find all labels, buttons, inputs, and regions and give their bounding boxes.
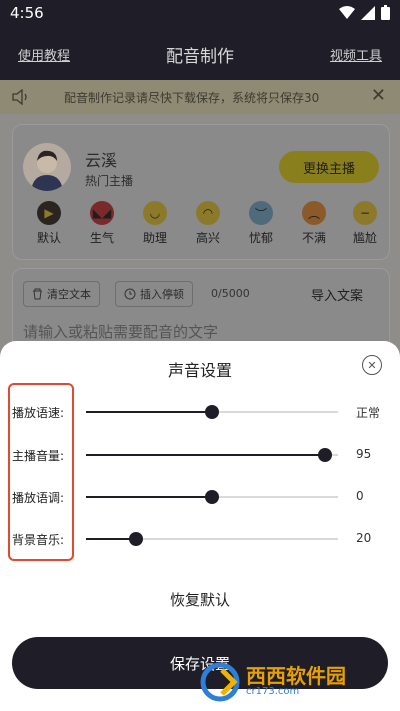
smile-face-icon: ◡ bbox=[143, 201, 167, 225]
watermark: 西西软件园 cr173.com bbox=[200, 658, 400, 706]
insert-pause-button[interactable]: 插入停顿 bbox=[115, 281, 193, 307]
avatar[interactable] bbox=[23, 143, 71, 191]
clear-text-button[interactable]: 清空文本 bbox=[23, 281, 100, 307]
displeased-face-icon: ︵ bbox=[302, 201, 326, 225]
pitch-slider-fill bbox=[86, 496, 212, 498]
sad-face-icon: ︶ bbox=[249, 201, 273, 225]
emotion-awkward[interactable]: − 尴尬 bbox=[347, 201, 383, 246]
emotion-label: 不满 bbox=[301, 231, 326, 245]
emotion-label: 生气 bbox=[89, 231, 114, 245]
anchor-card: 云溪 热门主播 更换主播 ▶ 默认 ◣◢ 生气 ◡ 助理 ◠ 高兴 ︶ 忧郁 ︵… bbox=[12, 124, 390, 260]
bgm-label: 背景音乐: bbox=[12, 533, 65, 547]
emotion-label: 助理 bbox=[142, 231, 167, 245]
speed-label: 播放语速: bbox=[12, 406, 65, 420]
emotion-default[interactable]: ▶ 默认 bbox=[29, 201, 69, 246]
speaker-icon bbox=[12, 89, 27, 105]
clock-icon bbox=[124, 288, 136, 300]
voice-settings-sheet: 声音设置 ✕ 播放语速: 正常 主播音量: 95 播放语调: 0 背景音乐: 2… bbox=[0, 341, 400, 711]
speed-slider[interactable] bbox=[86, 405, 338, 419]
emotion-label: 高兴 bbox=[195, 231, 220, 245]
volume-value: 95 bbox=[356, 447, 372, 461]
anchor-name: 云溪 bbox=[85, 151, 118, 170]
battery-icon bbox=[381, 5, 390, 20]
char-counter: 0/5000 bbox=[211, 287, 250, 300]
clear-text-label: 清空文本 bbox=[47, 288, 91, 301]
pitch-slider[interactable] bbox=[86, 490, 338, 504]
emotion-label: 默认 bbox=[36, 231, 61, 245]
volume-slider-handle[interactable] bbox=[318, 448, 333, 462]
app-header: 使用教程 配音制作 视频工具 bbox=[0, 28, 400, 80]
volume-slider[interactable] bbox=[86, 448, 338, 462]
reset-default-button[interactable]: 恢复默认 bbox=[0, 589, 400, 610]
sheet-title: 声音设置 bbox=[167, 361, 232, 380]
speed-slider-fill bbox=[86, 411, 212, 413]
import-text-button[interactable]: 导入文案 bbox=[311, 285, 363, 304]
speed-slider-handle[interactable] bbox=[205, 405, 219, 419]
notice-close-icon[interactable]: ✕ bbox=[371, 85, 386, 106]
video-tools-link[interactable]: 视频工具 bbox=[330, 45, 382, 64]
angry-face-icon: ◣◢ bbox=[90, 201, 114, 225]
watermark-logo-icon bbox=[200, 662, 240, 702]
wifi-icon bbox=[339, 5, 355, 19]
close-icon[interactable]: ✕ bbox=[362, 355, 382, 375]
watermark-text: 西西软件园 bbox=[246, 664, 346, 689]
text-input[interactable]: 请输入或粘贴需要配音的文字 bbox=[23, 321, 218, 342]
awkward-face-icon: − bbox=[353, 201, 377, 225]
emotion-displeased[interactable]: ︵ 不满 bbox=[294, 201, 334, 246]
trash-icon bbox=[33, 288, 42, 300]
watermark-url: cr173.com bbox=[246, 686, 300, 698]
bgm-slider-handle[interactable] bbox=[129, 532, 144, 546]
happy-face-icon: ◠ bbox=[196, 201, 220, 225]
emotion-melancholy[interactable]: ︶ 忧郁 bbox=[241, 201, 281, 246]
status-bar: 4:56 bbox=[0, 0, 400, 28]
play-icon: ▶ bbox=[37, 201, 61, 225]
status-time: 4:56 bbox=[10, 4, 44, 22]
speed-value: 正常 bbox=[356, 406, 381, 420]
pitch-value: 0 bbox=[356, 489, 364, 503]
notice-text: 配音制作记录请尽快下载保存，系统将只保存30 bbox=[64, 91, 320, 105]
anchor-tag: 热门主播 bbox=[85, 174, 134, 188]
emotion-assistant[interactable]: ◡ 助理 bbox=[135, 201, 175, 246]
emotion-label: 尴尬 bbox=[352, 231, 377, 245]
change-anchor-button[interactable]: 更换主播 bbox=[279, 151, 379, 183]
volume-slider-fill bbox=[86, 454, 326, 456]
bgm-slider[interactable] bbox=[86, 532, 338, 546]
emotion-angry[interactable]: ◣◢ 生气 bbox=[82, 201, 122, 246]
pitch-label: 播放语调: bbox=[12, 491, 65, 505]
insert-pause-label: 插入停顿 bbox=[140, 288, 184, 301]
signal-icon bbox=[361, 5, 375, 20]
notice-bar: 配音制作记录请尽快下载保存，系统将只保存30 ✕ bbox=[0, 80, 400, 114]
text-editor-card: 清空文本 插入停顿 0/5000 导入文案 请输入或粘贴需要配音的文字 bbox=[12, 268, 390, 350]
bgm-value: 20 bbox=[356, 531, 372, 545]
emotion-label: 忧郁 bbox=[248, 231, 273, 245]
pitch-slider-handle[interactable] bbox=[205, 490, 219, 504]
emotion-happy[interactable]: ◠ 高兴 bbox=[188, 201, 228, 246]
volume-label: 主播音量: bbox=[12, 449, 65, 463]
